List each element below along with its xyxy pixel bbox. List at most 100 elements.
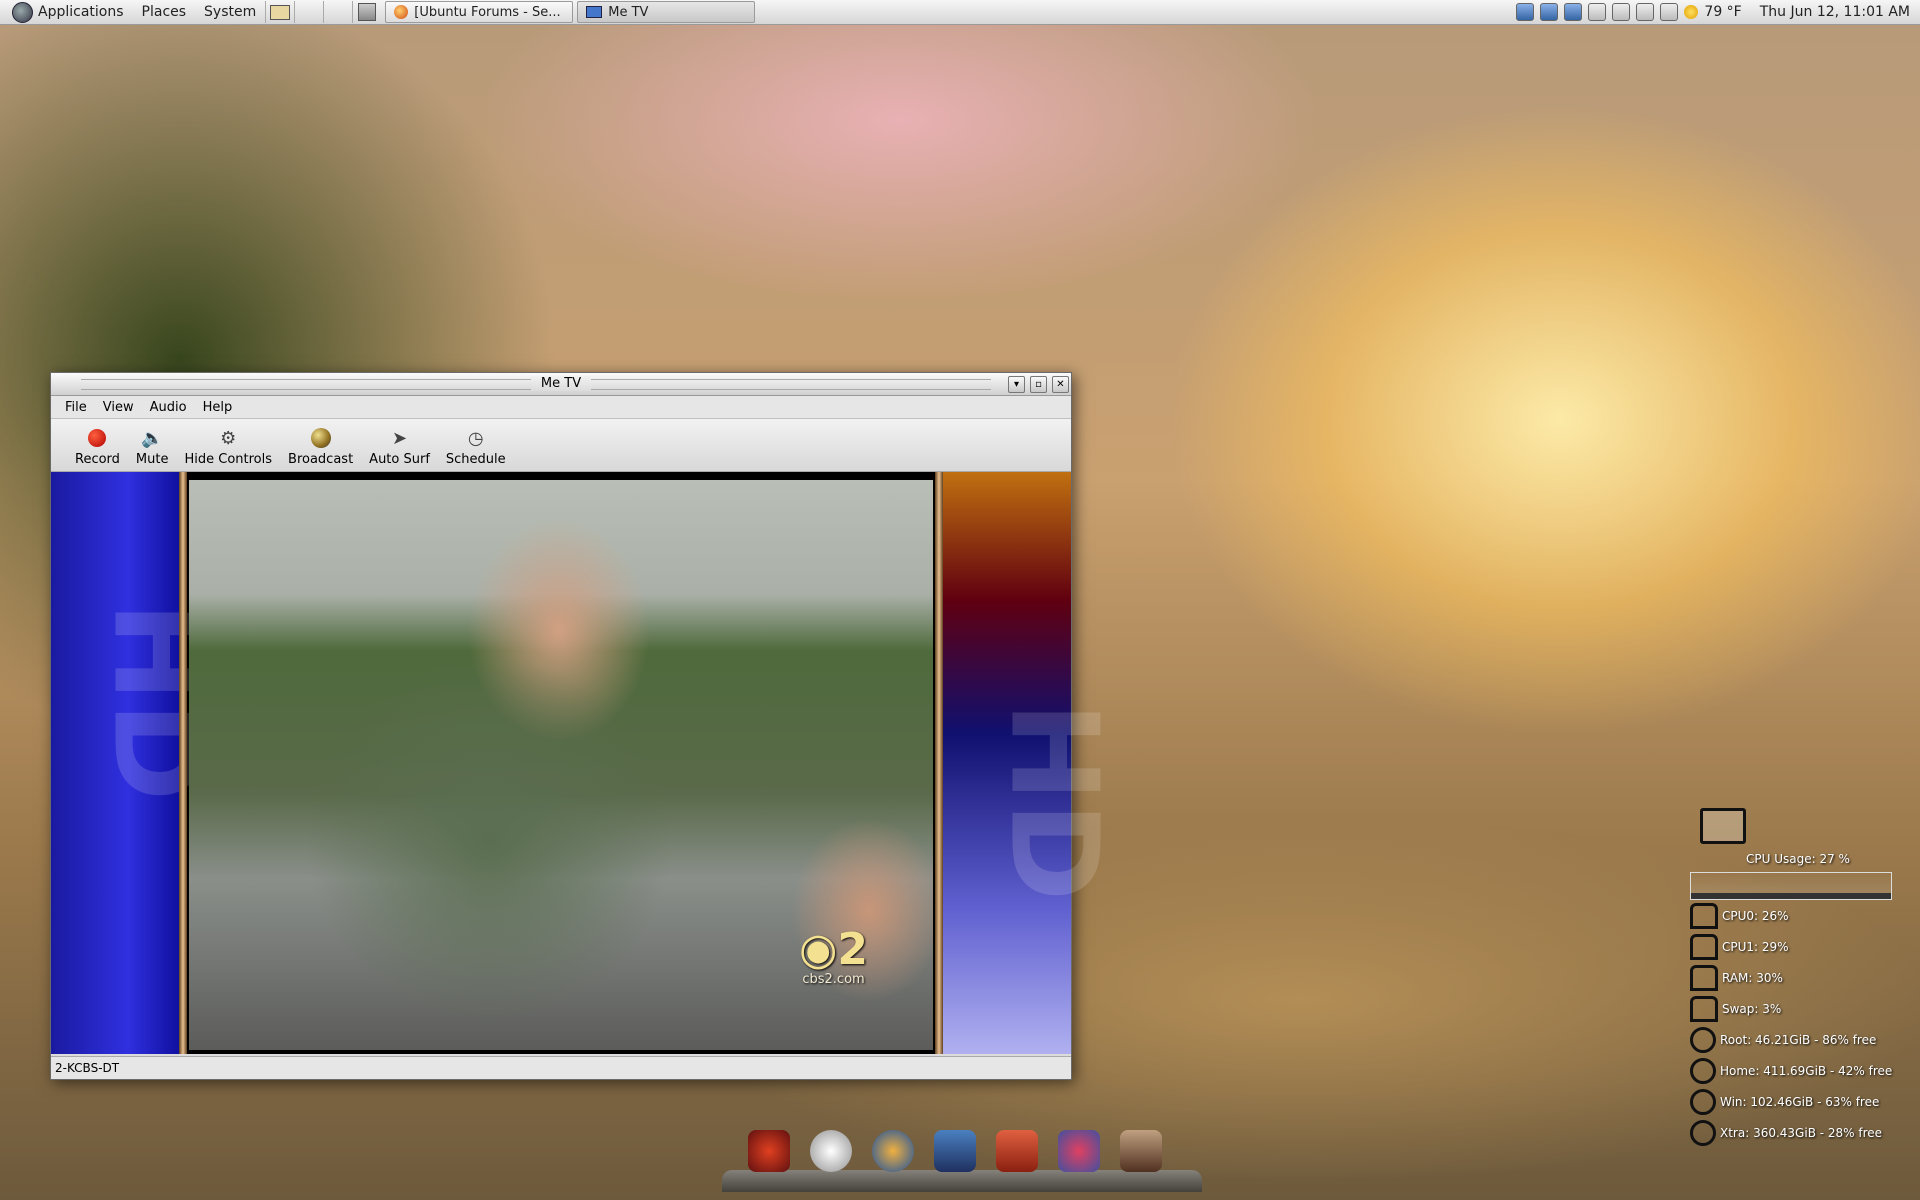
logo-number: 2 xyxy=(837,924,869,975)
monitor-row: Win: 102.46GiB - 63% free xyxy=(1690,1086,1910,1117)
music-player-icon[interactable] xyxy=(1058,1130,1100,1172)
window-title: Me TV xyxy=(530,376,592,391)
broadcast-button[interactable]: Broadcast xyxy=(284,427,357,471)
minimize-button[interactable]: ▾ xyxy=(1008,376,1025,393)
hide-controls-label: Hide Controls xyxy=(184,452,273,467)
disk-icon xyxy=(1690,1026,1716,1053)
computer-icon xyxy=(1700,808,1746,844)
tv-dock-icon[interactable] xyxy=(996,1130,1038,1172)
firefox-dock-icon[interactable] xyxy=(872,1130,914,1172)
trash-icon xyxy=(358,3,377,21)
applications-menu-label: Applications xyxy=(38,4,124,20)
monitor-row: Home: 411.69GiB - 42% free xyxy=(1690,1055,1910,1086)
disk-icon xyxy=(1690,1088,1716,1115)
task-button-ubuntu-forums[interactable]: [Ubuntu Forums - Se... xyxy=(385,1,574,23)
hd-side-panel-right: HD xyxy=(943,472,1123,1054)
system-menu[interactable]: System xyxy=(195,0,265,24)
record-icon xyxy=(86,427,108,449)
monitor-row: RAM: 30% xyxy=(1690,962,1910,993)
monitor-value: RAM: 30% xyxy=(1722,970,1783,985)
hd-label-right: HD xyxy=(983,701,1123,902)
firefox-icon xyxy=(394,5,409,19)
applications-menu[interactable]: Applications xyxy=(0,0,133,24)
workspace-switcher[interactable] xyxy=(294,1,323,23)
devil-app-icon[interactable] xyxy=(748,1130,790,1172)
frame-rail-left xyxy=(179,472,187,1054)
menu-bar: File View Audio Help xyxy=(51,396,1071,419)
task-label: Me TV xyxy=(608,4,649,20)
hide-controls-icon: ⚙ xyxy=(220,427,237,449)
hide-controls-button[interactable]: ⚙ Hide Controls xyxy=(180,427,276,471)
task-button-me-tv[interactable]: Me TV xyxy=(577,1,756,23)
monitor-row: Swap: 3% xyxy=(1690,993,1910,1024)
auto-surf-label: Auto Surf xyxy=(369,452,430,467)
drive-icon-2[interactable] xyxy=(1612,3,1631,21)
monitor-value: CPU0: 26% xyxy=(1722,908,1789,923)
disk-icon xyxy=(1690,1119,1716,1146)
disk-icon xyxy=(1690,1057,1716,1084)
window-titlebar[interactable]: Me TV ▾ ▫ ✕ xyxy=(51,373,1071,396)
menu-help[interactable]: Help xyxy=(195,400,241,415)
monitor-row: Root: 46.21GiB - 86% free xyxy=(1690,1024,1910,1055)
swap-icon xyxy=(1690,995,1718,1022)
monitor-value: Root: 46.21GiB - 86% free xyxy=(1720,1032,1877,1047)
drive-icon[interactable] xyxy=(1588,3,1607,21)
speaker-dock-icon[interactable] xyxy=(1120,1130,1162,1172)
cbs-eye-icon: ◉ xyxy=(799,924,838,975)
schedule-label: Schedule xyxy=(445,452,506,467)
clock-icon: ◷ xyxy=(467,427,484,449)
maximize-button[interactable]: ▫ xyxy=(1030,376,1047,393)
display-icon[interactable] xyxy=(1516,3,1535,21)
workspace-switcher-2[interactable] xyxy=(323,1,352,23)
weather-temperature[interactable]: 79 °F xyxy=(1704,4,1741,20)
toolbar: Record 🔈 Mute ⚙ Hide Controls Broadcast … xyxy=(51,419,1071,472)
clock[interactable]: Thu Jun 12, 11:01 AM xyxy=(1760,4,1910,20)
image-viewer-icon[interactable] xyxy=(934,1130,976,1172)
drive-icon-3[interactable] xyxy=(1636,3,1655,21)
network-icon[interactable] xyxy=(1540,3,1559,21)
monitor-value: Swap: 3% xyxy=(1722,1001,1782,1016)
monitor-value: Win: 102.46GiB - 63% free xyxy=(1720,1094,1880,1109)
show-desktop-launcher[interactable] xyxy=(265,1,294,23)
menu-view[interactable]: View xyxy=(95,400,142,415)
mute-button[interactable]: 🔈 Mute xyxy=(132,427,173,471)
broadcast-icon xyxy=(310,427,332,449)
volume-icon[interactable] xyxy=(1660,3,1679,21)
dock xyxy=(748,1130,1162,1172)
menu-audio[interactable]: Audio xyxy=(142,400,195,415)
hd-side-panel-left: HD xyxy=(51,472,226,1054)
bluetooth-icon[interactable] xyxy=(1564,3,1583,21)
record-label: Record xyxy=(75,452,120,467)
trash-launcher[interactable] xyxy=(352,1,381,23)
system-monitor-widget: CPU Usage: 27 % CPU0: 26% CPU1: 29% RAM:… xyxy=(1690,808,1910,1148)
broadcast-label: Broadcast xyxy=(288,452,354,467)
auto-surf-button[interactable]: ➤ Auto Surf xyxy=(365,427,434,471)
chat-app-icon[interactable] xyxy=(810,1130,852,1172)
monitor-value: CPU1: 29% xyxy=(1722,939,1789,954)
cpu-usage-text: CPU Usage: 27 % xyxy=(1746,852,1850,866)
top-panel: Applications Places System [Ubuntu Forum… xyxy=(0,0,1920,25)
cpu-graph-line xyxy=(1691,893,1891,899)
monitor-row: CPU1: 29% xyxy=(1690,931,1910,962)
channel-status: 2-KCBS-DT xyxy=(55,1061,120,1075)
speaker-icon: 🔈 xyxy=(141,427,164,449)
me-tv-window: Me TV ▾ ▫ ✕ File View Audio Help Record … xyxy=(50,372,1123,1080)
monitor-value: Xtra: 360.43GiB - 28% free xyxy=(1720,1125,1883,1140)
task-label: [Ubuntu Forums - Se... xyxy=(414,4,561,20)
menu-file[interactable]: File xyxy=(57,400,95,415)
tv-picture: ◉2 cbs2.com xyxy=(189,480,933,1050)
desktop-icon xyxy=(270,4,291,20)
close-button[interactable]: ✕ xyxy=(1052,376,1069,393)
schedule-button[interactable]: ◷ Schedule xyxy=(442,427,510,471)
dock-shelf xyxy=(722,1170,1202,1192)
places-menu[interactable]: Places xyxy=(133,0,196,24)
weather-sun-icon[interactable] xyxy=(1684,5,1699,19)
record-button[interactable]: Record xyxy=(71,427,124,471)
cpu-graph xyxy=(1690,872,1892,900)
channel-logo: ◉2 cbs2.com xyxy=(799,928,868,988)
system-tray: 79 °F Thu Jun 12, 11:01 AM xyxy=(1516,3,1920,21)
cpu-icon xyxy=(1690,902,1718,929)
monitor-row: Xtra: 360.43GiB - 28% free xyxy=(1690,1117,1910,1148)
auto-surf-icon: ➤ xyxy=(391,427,408,449)
video-area[interactable]: HD ◉2 cbs2.com HD xyxy=(51,472,1123,1054)
